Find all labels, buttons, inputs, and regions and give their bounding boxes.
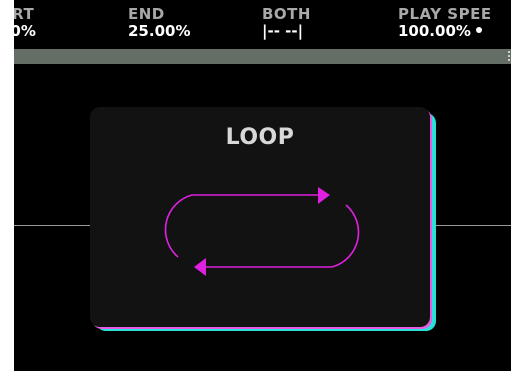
- param-start-label: ART: [14, 5, 35, 23]
- param-start-value: 00%: [14, 22, 36, 40]
- popup-title: LOOP: [225, 125, 295, 150]
- param-end-value: 25.00%: [128, 22, 191, 40]
- param-play-speed-value-row: 100.00%: [398, 24, 492, 39]
- parameter-bar: ART 00% END 25.00% BOTH |-- --| PLAY SPE…: [14, 0, 511, 49]
- param-end-label: END: [128, 5, 165, 23]
- param-play-speed[interactable]: PLAY SPEE 100.00%: [398, 7, 492, 39]
- param-play-speed-label: PLAY SPEE: [398, 5, 492, 23]
- param-end[interactable]: END 25.00%: [128, 7, 190, 39]
- strip-edge-marker: [508, 51, 510, 61]
- param-play-speed-value: 100.00%: [398, 22, 471, 40]
- device-screen: ART 00% END 25.00% BOTH |-- --| PLAY SPE…: [14, 0, 511, 371]
- param-both-value: |-- --|: [262, 22, 304, 40]
- param-start[interactable]: ART 00%: [14, 7, 36, 39]
- position-strip: [14, 49, 511, 64]
- param-both[interactable]: BOTH |-- --|: [262, 7, 311, 39]
- loop-popup: LOOP: [90, 107, 430, 327]
- loop-arrows-icon: [164, 187, 360, 276]
- param-both-label: BOTH: [262, 5, 311, 23]
- dot-indicator-icon: [475, 26, 482, 33]
